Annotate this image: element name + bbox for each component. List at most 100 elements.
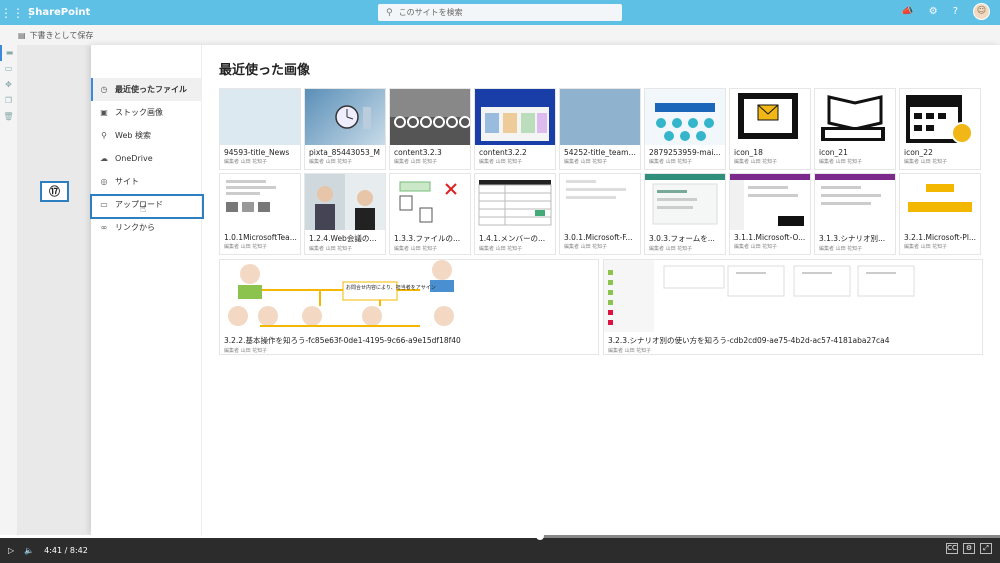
card-name: 1.3.3.ファイルの... [394,234,461,243]
rail-copy-icon[interactable]: ❐ [0,93,17,109]
card-editor: 編集者 山田 花知子 [224,159,268,165]
image-card-wide[interactable]: お問合せ内容により、担当者をアサイン 3.2.2.基本操作を知ろう-fc85e6… [219,259,599,355]
image-card[interactable]: 1.0.1MicrosoftTea... 編集者 山田 花知子 [219,173,301,255]
image-card[interactable]: icon_18 編集者 山田 花知子 [729,88,811,170]
video-progress[interactable] [0,532,1000,540]
hand-cursor-icon: ☝ [140,204,147,215]
play-icon[interactable]: ▷ [8,546,14,555]
card-editor: 編集者 山田 花知子 [309,246,353,252]
nav-label: サイト [115,177,139,186]
search-icon: ⚲ [386,7,393,18]
globe-icon: ◎ [100,177,108,186]
search-placeholder: このサイトを検索 [398,8,463,17]
command-bar: ▤ 下書きとして保存 [0,25,1000,45]
nav-site[interactable]: ◎ サイト [91,170,201,193]
thumbnail [560,89,640,145]
image-card[interactable]: icon_21 編集者 山田 花知子 [814,88,896,170]
envelope-image-icon [738,93,798,139]
app-launcher-icon[interactable]: ⋮⋮⋮ [0,6,36,20]
card-editor: 編集者 山田 花知子 [608,348,652,354]
thumbnail [730,89,810,145]
save-draft-label: 下書きとして保存 [29,30,94,40]
nav-from-link[interactable]: ∞ リンクから [91,216,201,239]
card-name: icon_22 [904,148,933,157]
card-name: 1.0.1MicrosoftTea... [224,233,297,242]
rail-move-icon[interactable]: ✥ [0,77,17,93]
thumbnail [390,174,470,230]
video-controls: ▷ 🔈 4:41 / 8:42 [8,546,88,555]
progress-knob[interactable] [536,532,544,540]
left-rail: ▬ ▭ ✥ ❐ 🗑 [0,45,17,535]
avatar[interactable]: ☺ [973,3,990,20]
image-card[interactable]: 54252-title_teams... 編集者 山田 花知子 [559,88,641,170]
nav-recent[interactable]: ◷ 最近使ったファイル [91,78,201,101]
card-name: pixta_85443053_M [309,148,380,157]
image-card[interactable]: 1.3.3.ファイルの... 編集者 山田 花知子 [389,173,471,255]
card-name: content3.2.2 [479,148,527,157]
rail-comment-icon[interactable]: ▭ [0,61,17,77]
megaphone-icon[interactable]: 📣 [901,6,913,17]
thumbnail [645,174,725,230]
cloud-icon: ☁ [100,154,108,163]
image-card[interactable]: 3.1.1.Microsoft-O... 編集者 山田 花知子 [729,173,811,255]
progress-fill [0,535,540,538]
image-card[interactable]: 2879253959-mai... 編集者 山田 花知子 [644,88,726,170]
card-editor: 編集者 山田 花知子 [224,348,268,354]
settings-icon[interactable]: ⚙ [963,543,975,554]
image-card[interactable]: 3.1.3.シナリオ別... 編集者 山田 花知子 [814,173,896,255]
image-card[interactable]: 3.0.1.Microsoft-F... 編集者 山田 花知子 [559,173,641,255]
nav-stock-images[interactable]: ▣ ストック画像 [91,101,201,124]
card-editor: 編集者 山田 花知子 [224,244,268,250]
nav-web-search[interactable]: ⚲ Web 検索 [91,124,201,147]
thumbnail [815,174,895,230]
time-current: 4:41 [44,546,63,555]
image-card[interactable]: 1.2.4.Web会議の... 編集者 山田 花知子 [304,173,386,255]
thumbnail [604,260,982,332]
card-name: icon_18 [734,148,763,157]
card-editor: 編集者 山田 花知子 [819,246,863,252]
card-name: 3.0.1.Microsoft-F... [564,233,633,242]
image-card[interactable]: 1.4.1.メンバーの... 編集者 山田 花知子 [474,173,556,255]
video-right-controls: CC ⚙ ⤢ [946,543,992,554]
card-editor: 編集者 山田 花知子 [734,159,778,165]
site-search-box[interactable]: ⚲ このサイトを検索 [378,4,622,21]
image-card[interactable]: 94593-title_News 編集者 山田 花知子 [219,88,301,170]
app-brand[interactable]: SharePoint [28,7,90,18]
gear-icon[interactable]: ⚙ [929,6,938,17]
card-editor: 編集者 山田 花知子 [309,159,353,165]
card-name: 3.0.3.フォームを... [649,234,715,243]
image-card[interactable]: icon_22 編集者 山田 花知子 [899,88,981,170]
thumbnail [390,89,470,145]
rail-trash-icon[interactable]: 🗑 [0,109,17,125]
image-card[interactable]: 3.2.1.Microsoft-Pl... 編集者 山田 花知子 [899,173,981,255]
video-player-bar: ▷ 🔈 4:41 / 8:42 CC ⚙ ⤢ [0,532,1000,563]
save-draft-button[interactable]: ▤ 下書きとして保存 [18,30,93,41]
image-card[interactable]: content3.2.2 編集者 山田 花知子 [474,88,556,170]
time-separator: / [64,546,68,555]
thumbnail [220,89,300,145]
captions-icon[interactable]: CC [946,543,958,554]
image-card[interactable]: pixta_85443053_M 編集者 山田 花知子 [304,88,386,170]
help-icon[interactable]: ? [953,6,958,17]
form-image-icon [566,180,626,199]
fullscreen-icon[interactable]: ⤢ [980,543,992,554]
thumbnail [305,89,385,145]
nav-onedrive[interactable]: ☁ OneDrive [91,147,201,170]
card-name: 1.2.4.Web会議の... [309,234,377,243]
meeting-image-icon [305,174,375,230]
image-card[interactable]: content3.2.3 編集者 山田 花知子 [389,88,471,170]
ms365-image-icon [655,103,715,141]
gears-image-icon [390,89,470,128]
image-card-wide[interactable]: 3.2.3.シナリオ別の使い方を知ろう-cdb2cd09-ae75-4b2d-a… [603,259,983,355]
card-editor: 編集者 山田 花知子 [904,159,948,165]
rail-page-icon[interactable]: ▬ [0,45,17,61]
header-actions: 📣 ⚙ ? ☺ [901,3,990,20]
card-name: 3.1.3.シナリオ別... [819,234,886,243]
card-editor: 編集者 山田 花知子 [734,244,778,250]
volume-icon[interactable]: 🔈 [24,546,34,555]
search-icon: ⚲ [101,131,107,140]
board-image-icon [481,107,549,141]
doc-image-icon [226,180,276,212]
suite-header: ⋮⋮⋮ SharePoint ⚲ このサイトを検索 📣 ⚙ ? ☺ [0,0,1000,25]
image-card[interactable]: 3.0.3.フォームを... 編集者 山田 花知子 [644,173,726,255]
